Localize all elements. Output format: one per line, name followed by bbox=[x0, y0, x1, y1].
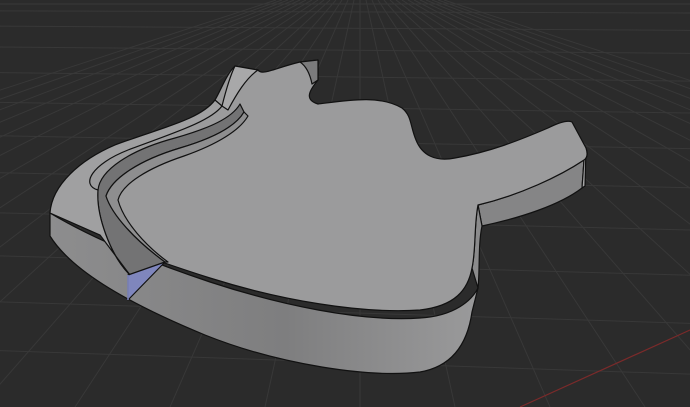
grid-line bbox=[0, 72, 690, 82]
grid-line bbox=[0, 46, 690, 54]
x-axis-line bbox=[519, 329, 690, 407]
grid-line bbox=[0, 25, 690, 31]
grid-line bbox=[0, 10, 690, 14]
viewport-canvas[interactable] bbox=[0, 0, 690, 407]
3d-viewport[interactable] bbox=[0, 0, 690, 407]
